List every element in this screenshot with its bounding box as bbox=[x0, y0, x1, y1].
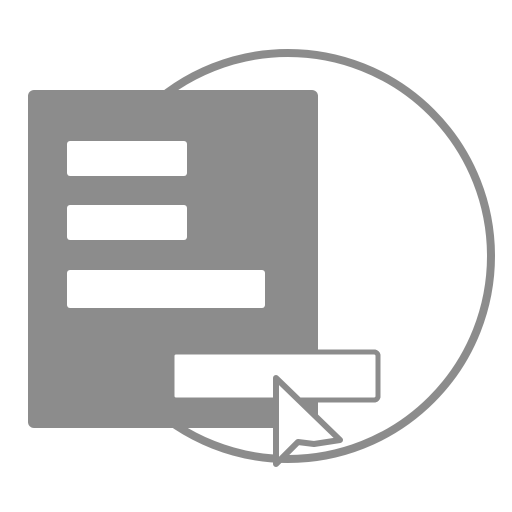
form-field-line-2 bbox=[67, 205, 187, 240]
form-submit-icon bbox=[28, 49, 495, 467]
form-field-line-3 bbox=[67, 270, 265, 308]
form-field-line-1 bbox=[67, 141, 187, 176]
